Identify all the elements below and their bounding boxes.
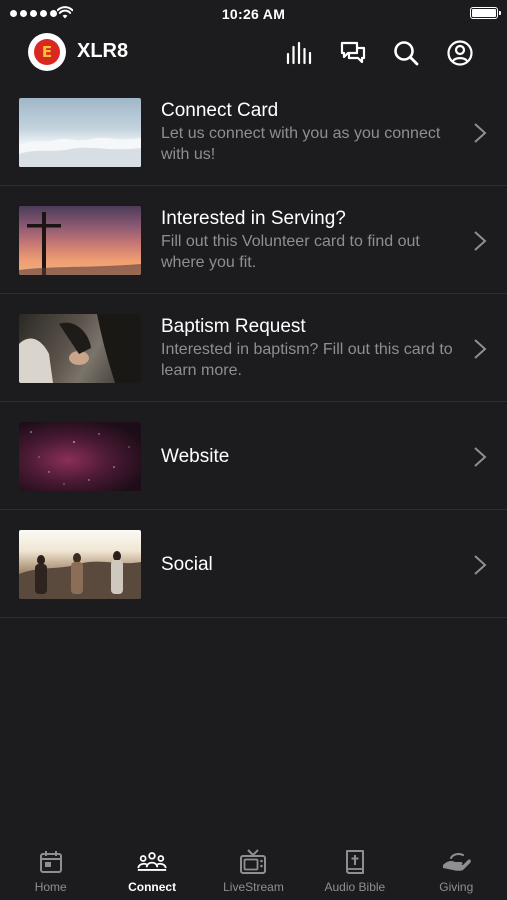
list-item-serving[interactable]: Interested in Serving? Fill out this Vol… (0, 186, 507, 294)
app-title: XLR8 (77, 40, 129, 62)
chevron-right-icon (474, 339, 487, 359)
tab-label: Audio Bible (324, 880, 386, 894)
logo-letter: E (41, 43, 53, 61)
calendar-icon (36, 848, 66, 876)
prayer-thumbnail (19, 314, 141, 383)
status-bar: 10:26 AM (0, 0, 507, 28)
item-title: Interested in Serving? (161, 208, 346, 229)
item-subtitle: Interested in baptism? Fill out this car… (161, 341, 453, 379)
account-icon[interactable] (445, 38, 475, 68)
tab-audio-bible[interactable]: Audio Bible (304, 840, 405, 900)
item-subtitle: Fill out this Volunteer card to find out… (161, 233, 420, 271)
cross-sunset-thumbnail (19, 206, 141, 275)
tab-label: Home (34, 880, 67, 894)
item-text: Connect Card Let us connect with you as … (161, 78, 461, 186)
battery-icon (470, 7, 501, 19)
chevron-right-icon (474, 447, 487, 467)
search-icon[interactable] (391, 38, 421, 68)
logo-badge: E (34, 39, 60, 65)
chevron-right-icon (474, 231, 487, 251)
list-item-social[interactable]: Social (0, 510, 507, 618)
item-title: Connect Card (161, 100, 279, 121)
tab-livestream[interactable]: LiveStream (203, 840, 304, 900)
tab-label: LiveStream (223, 880, 284, 894)
item-title: Website (161, 445, 230, 467)
list-item-connect-card[interactable]: Connect Card Let us connect with you as … (0, 78, 507, 186)
list-item-website[interactable]: Website (0, 402, 507, 510)
galaxy-thumbnail (19, 422, 141, 491)
giving-hand-icon (441, 848, 472, 876)
church-logo[interactable]: E (28, 33, 66, 71)
people-icon (137, 848, 167, 876)
bible-icon (340, 848, 370, 876)
tab-giving[interactable]: Giving (406, 840, 507, 900)
item-subtitle: Let us connect with you as you connect w… (161, 125, 441, 163)
item-text: Baptism Request Interested in baptism? F… (161, 294, 461, 402)
chevron-right-icon (474, 555, 487, 575)
chevron-right-icon (474, 123, 487, 143)
clouds-thumbnail (19, 98, 141, 167)
tab-connect[interactable]: Connect (101, 840, 202, 900)
audio-bars-icon[interactable] (284, 38, 314, 68)
tab-home[interactable]: Home (0, 840, 101, 900)
item-title: Baptism Request (161, 316, 306, 337)
app-header: E XLR8 (0, 30, 507, 76)
status-time: 10:26 AM (221, 6, 286, 22)
tab-label: Connect (128, 880, 177, 894)
tv-icon (238, 848, 268, 876)
item-text: Interested in Serving? Fill out this Vol… (161, 186, 461, 294)
item-title: Social (161, 553, 213, 575)
tab-bar: Home Connect LiveStream Audio Bible Givi… (0, 840, 507, 900)
list-item-baptism[interactable]: Baptism Request Interested in baptism? F… (0, 294, 507, 402)
item-text: Social (161, 510, 461, 618)
tab-label: Giving (439, 880, 474, 894)
app-screen: 10:26 AM E XLR8 Connect Card Let us conn… (0, 0, 507, 900)
item-text: Website (161, 402, 461, 510)
chat-bubbles-icon[interactable] (338, 38, 368, 68)
connect-list: Connect Card Let us connect with you as … (0, 78, 507, 618)
friends-sunset-thumbnail (19, 530, 141, 599)
